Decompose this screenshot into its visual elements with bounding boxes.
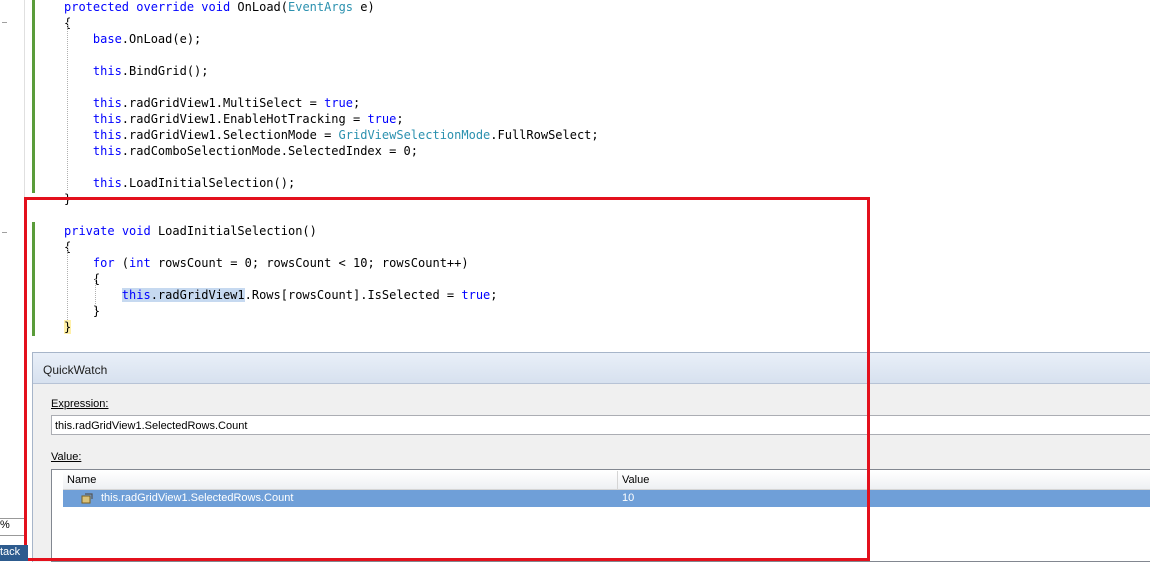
code-token: .BindGrid(); bbox=[121, 64, 209, 78]
column-header-name[interactable]: Name bbox=[63, 471, 618, 489]
code-token: protected bbox=[64, 0, 130, 14]
code-token: this bbox=[64, 144, 122, 158]
code-line: this.radComboSelectionMode.SelectedIndex… bbox=[64, 143, 418, 159]
code-line: base.OnLoad(e); bbox=[64, 31, 201, 47]
code-line: } bbox=[64, 191, 71, 207]
code-token: this bbox=[64, 128, 122, 142]
code-token: .OnLoad(e); bbox=[121, 32, 202, 46]
code-token: true bbox=[324, 96, 353, 110]
expression-label: Expression: bbox=[51, 398, 109, 410]
code-token: .radGridView1.SelectionMode = bbox=[121, 128, 339, 142]
expression-input[interactable]: this.radGridView1.SelectedRows.Count bbox=[51, 415, 1150, 435]
code-line: for (int rowsCount = 0; rowsCount < 10; … bbox=[64, 255, 469, 271]
row-value: 10 bbox=[622, 492, 635, 504]
code-token: EventArgs bbox=[288, 0, 354, 14]
code-token: e) bbox=[353, 0, 375, 14]
code-token: this bbox=[64, 96, 122, 110]
code-token: private bbox=[64, 224, 115, 238]
code-line: this.radGridView1.MultiSelect = true; bbox=[64, 95, 360, 111]
code-token: GridViewSelectionMode bbox=[338, 128, 491, 142]
code-token: ( bbox=[114, 256, 130, 270]
indent-guide bbox=[67, 246, 68, 320]
code-token: true bbox=[367, 112, 397, 126]
zoom-level[interactable]: % bbox=[0, 518, 24, 536]
indent-guide bbox=[67, 22, 68, 190]
code-token: .radGridView1.MultiSelect = bbox=[121, 96, 325, 110]
quickwatch-title: QuickWatch bbox=[43, 363, 108, 377]
code-token: this bbox=[64, 112, 122, 126]
code-token: this bbox=[64, 176, 122, 190]
code-token: .FullRowSelect; bbox=[490, 128, 599, 142]
code-token: } bbox=[64, 192, 72, 206]
code-token: .radGridView1.EnableHotTracking = bbox=[121, 112, 368, 126]
code-token: void bbox=[201, 0, 231, 14]
table-row[interactable]: this.radGridView1.SelectedRows.Count 10 bbox=[63, 490, 1150, 507]
call-stack-tab-label: tack bbox=[0, 546, 21, 558]
call-stack-tab[interactable]: tack bbox=[0, 545, 28, 561]
quickwatch-titlebar[interactable]: QuickWatch bbox=[33, 353, 1150, 384]
code-token: int bbox=[129, 256, 151, 270]
code-token: } bbox=[64, 320, 72, 334]
code-token: true bbox=[461, 288, 491, 302]
code-token: .LoadInitialSelection(); bbox=[121, 176, 296, 190]
code-token: .Rows[rowsCount].IsSelected = bbox=[244, 288, 462, 302]
code-line: this.radGridView1.Rows[rowsCount].IsSele… bbox=[64, 287, 498, 303]
code-line: private void LoadInitialSelection() bbox=[64, 223, 317, 239]
code-line: this.LoadInitialSelection(); bbox=[64, 175, 295, 191]
row-name: this.radGridView1.SelectedRows.Count bbox=[101, 492, 294, 504]
code-token: ; bbox=[353, 96, 361, 110]
code-line: } bbox=[64, 319, 72, 335]
code-line: this.BindGrid(); bbox=[64, 63, 209, 79]
grid-header: Name Value bbox=[63, 471, 1150, 490]
value-grid[interactable]: Name Value this.radGridView1.SelectedRow… bbox=[51, 469, 1150, 562]
code-editor[interactable]: protected override void OnLoad(EventArgs… bbox=[0, 0, 1150, 345]
column-header-value[interactable]: Value bbox=[618, 471, 1150, 489]
code-token: ; bbox=[396, 112, 404, 126]
code-token: for bbox=[64, 256, 115, 270]
code-token: void bbox=[121, 224, 151, 238]
code-line: protected override void OnLoad(EventArgs… bbox=[64, 0, 375, 15]
code-token: LoadInitialSelection() bbox=[150, 224, 317, 238]
code-token: this bbox=[121, 288, 151, 302]
property-icon bbox=[81, 493, 93, 504]
code-line: this.radGridView1.SelectionMode = GridVi… bbox=[64, 127, 599, 143]
code-token: base bbox=[64, 32, 122, 46]
code-token: OnLoad( bbox=[230, 0, 288, 14]
quickwatch-window: QuickWatch Expression: this.radGridView1… bbox=[32, 352, 1150, 562]
code-token: .radGridView1 bbox=[150, 288, 245, 302]
code-token: .radComboSelectionMode.SelectedIndex = 0… bbox=[121, 144, 419, 158]
value-label: Value: bbox=[51, 451, 82, 463]
code-token: this bbox=[64, 64, 122, 78]
code-token: rowsCount = 0; rowsCount < 10; rowsCount… bbox=[150, 256, 469, 270]
code-token: ; bbox=[490, 288, 498, 302]
indent-guide bbox=[95, 278, 96, 310]
code-line: this.radGridView1.EnableHotTracking = tr… bbox=[64, 111, 404, 127]
code-token: override bbox=[136, 0, 195, 14]
